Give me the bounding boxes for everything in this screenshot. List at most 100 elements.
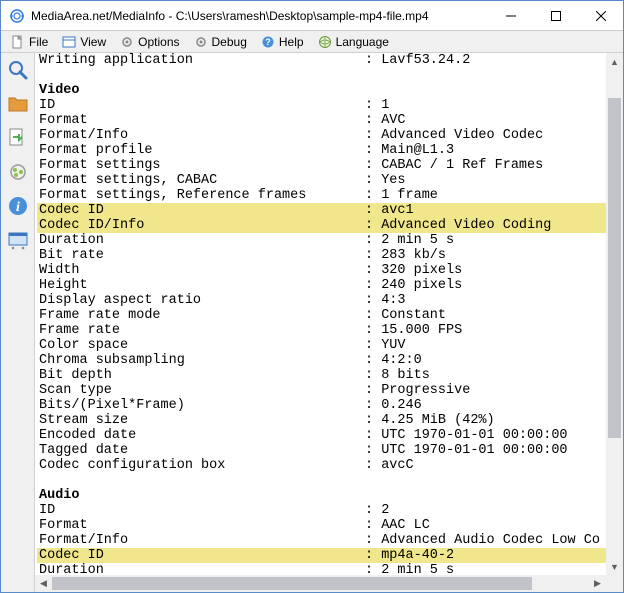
- blank-line: [37, 68, 47, 83]
- sidebar: i: [1, 53, 35, 592]
- info-row: Video: [37, 83, 606, 98]
- info-label: Color space: [37, 338, 365, 353]
- info-label: Codec ID: [37, 548, 365, 563]
- sidebar-open-folder[interactable]: [4, 90, 32, 118]
- info-value: : avcC: [365, 458, 606, 473]
- info-value: : 283 kb/s: [365, 248, 606, 263]
- menu-file-label: File: [29, 35, 48, 49]
- menu-view[interactable]: View: [56, 34, 112, 50]
- hscroll-thumb[interactable]: [52, 577, 532, 590]
- scroll-left-button[interactable]: ◀: [35, 575, 52, 592]
- titlebar[interactable]: MediaArea.net/MediaInfo - C:\Users\rames…: [1, 1, 623, 31]
- info-text[interactable]: Writing application: Lavf53.24.2 Video ID…: [35, 53, 606, 575]
- info-row: Stream size: 4.25 MiB (42%): [37, 413, 606, 428]
- info-label: Display aspect ratio: [37, 293, 365, 308]
- info-label: Stream size: [37, 413, 365, 428]
- menu-language[interactable]: Language: [312, 34, 395, 50]
- info-row: Format settings: CABAC / 1 Ref Frames: [37, 158, 606, 173]
- info-row: Height: 240 pixels: [37, 278, 606, 293]
- body: i Writing application: Lavf53.24.2 Video…: [1, 53, 623, 592]
- info-row: Frame rate mode: Constant: [37, 308, 606, 323]
- vertical-scrollbar[interactable]: ▲ ▼: [606, 53, 623, 575]
- vscroll-thumb[interactable]: [608, 98, 621, 438]
- info-row: Encoded date: UTC 1970-01-01 00:00:00: [37, 428, 606, 443]
- info-row: Duration: 2 min 5 s: [37, 233, 606, 248]
- info-label: Format/Info: [37, 533, 365, 548]
- info-label: Format settings: [37, 158, 365, 173]
- help-icon: ?: [261, 35, 275, 49]
- scroll-right-button[interactable]: ▶: [589, 575, 606, 592]
- info-value: : 1: [365, 98, 606, 113]
- info-row: Codec ID: avc1: [37, 203, 606, 218]
- menu-language-label: Language: [336, 35, 389, 49]
- info-value: : 2 min 5 s: [365, 563, 606, 575]
- info-row: Tagged date: UTC 1970-01-01 00:00:00: [37, 443, 606, 458]
- scroll-down-button[interactable]: ▼: [606, 558, 623, 575]
- menu-help-label: Help: [279, 35, 304, 49]
- close-button[interactable]: [578, 1, 623, 30]
- scroll-up-button[interactable]: ▲: [606, 53, 623, 70]
- info-value: : Lavf53.24.2: [365, 53, 606, 68]
- info-value: : YUV: [365, 338, 606, 353]
- info-value: : Constant: [365, 308, 606, 323]
- view-icon: [62, 35, 76, 49]
- info-value: : 4.25 MiB (42%): [365, 413, 606, 428]
- info-row: Width: 320 pixels: [37, 263, 606, 278]
- info-value: : 8 bits: [365, 368, 606, 383]
- sidebar-about[interactable]: i: [4, 192, 32, 220]
- info-row: Format/Info: Advanced Audio Codec Low Co: [37, 533, 606, 548]
- info-row: Format profile: Main@L1.3: [37, 143, 606, 158]
- info-value: : 15.000 FPS: [365, 323, 606, 338]
- info-label: Bit rate: [37, 248, 365, 263]
- info-row: Duration: 2 min 5 s: [37, 563, 606, 575]
- menu-file[interactable]: File: [5, 34, 54, 50]
- info-value: : Advanced Video Coding: [365, 218, 606, 233]
- sidebar-export[interactable]: [4, 124, 32, 152]
- info-label: Format/Info: [37, 128, 365, 143]
- info-row: Bit rate: 283 kb/s: [37, 248, 606, 263]
- info-row: Format settings, Reference frames: 1 fra…: [37, 188, 606, 203]
- sidebar-open-file[interactable]: [4, 56, 32, 84]
- info-value: : 320 pixels: [365, 263, 606, 278]
- horizontal-scrollbar[interactable]: ◀ ▶: [35, 575, 606, 592]
- info-row: Audio: [37, 488, 606, 503]
- info-row: Format settings, CABAC: Yes: [37, 173, 606, 188]
- info-row: ID: 2: [37, 503, 606, 518]
- content-area: Writing application: Lavf53.24.2 Video ID…: [35, 53, 623, 592]
- info-row: Format: AAC LC: [37, 518, 606, 533]
- info-label: Codec configuration box: [37, 458, 365, 473]
- info-label: Duration: [37, 563, 365, 575]
- maximize-button[interactable]: [533, 1, 578, 30]
- gear-icon: [120, 35, 134, 49]
- svg-text:i: i: [16, 200, 20, 215]
- blank-line: [37, 473, 47, 488]
- menu-debug[interactable]: Debug: [188, 34, 253, 50]
- info-value: : 1 frame: [365, 188, 606, 203]
- info-label: Format: [37, 518, 365, 533]
- minimize-button[interactable]: [488, 1, 533, 30]
- info-label: Height: [37, 278, 365, 293]
- info-row: Display aspect ratio: 4:3: [37, 293, 606, 308]
- info-row: Codec configuration box: avcC: [37, 458, 606, 473]
- chevron-up-icon: ▲: [610, 57, 619, 67]
- hscroll-track[interactable]: [52, 575, 589, 592]
- info-row: Frame rate: 15.000 FPS: [37, 323, 606, 338]
- sidebar-preferences[interactable]: [4, 158, 32, 186]
- info-label: Writing application: [37, 53, 365, 68]
- vscroll-track[interactable]: [606, 70, 623, 558]
- sidebar-website[interactable]: [4, 226, 32, 254]
- info-row: Writing application: Lavf53.24.2: [37, 53, 606, 68]
- info-value: : Advanced Audio Codec Low Co: [365, 533, 606, 548]
- info-value: : UTC 1970-01-01 00:00:00: [365, 428, 606, 443]
- section-header: Video: [37, 83, 80, 98]
- info-label: Frame rate mode: [37, 308, 365, 323]
- menu-options[interactable]: Options: [114, 34, 185, 50]
- info-label: ID: [37, 503, 365, 518]
- info-value: : AAC LC: [365, 518, 606, 533]
- menu-help[interactable]: ? Help: [255, 34, 310, 50]
- info-value: : avc1: [365, 203, 606, 218]
- info-label: Duration: [37, 233, 365, 248]
- info-value: : 4:2:0: [365, 353, 606, 368]
- info-value: : 2 min 5 s: [365, 233, 606, 248]
- info-row: Format/Info: Advanced Video Codec: [37, 128, 606, 143]
